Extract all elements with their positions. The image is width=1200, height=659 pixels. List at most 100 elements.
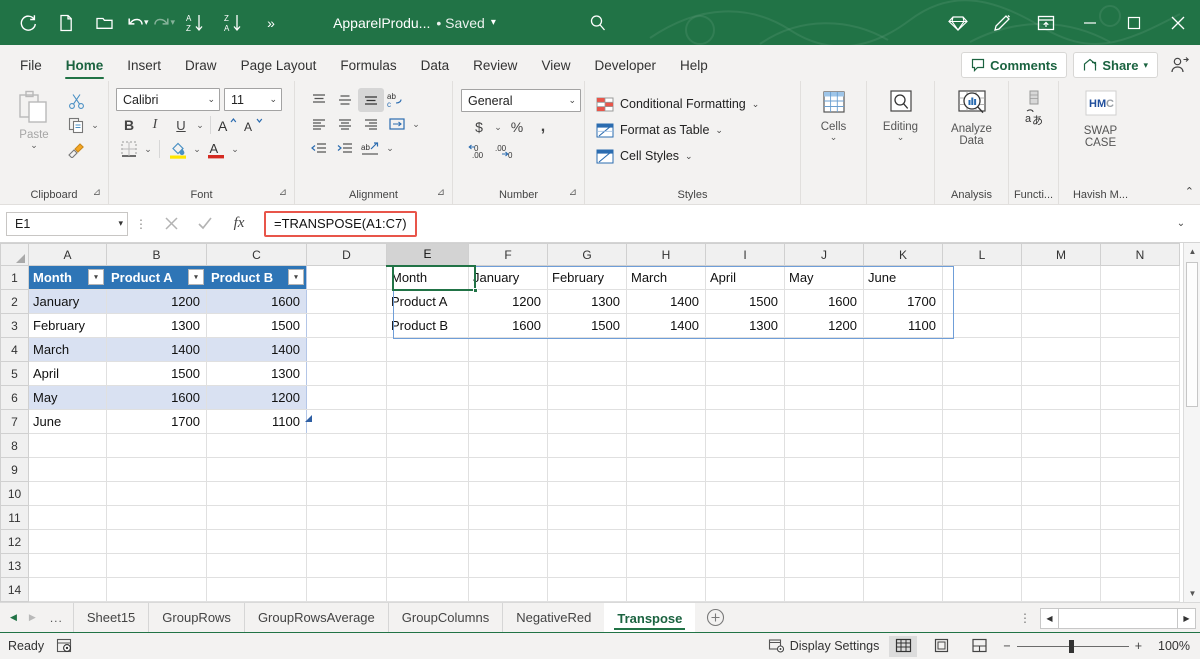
cell-d8[interactable]: [307, 434, 387, 458]
cell-d7[interactable]: [307, 410, 387, 434]
title-chevron-down-icon[interactable]: ▾: [491, 17, 496, 28]
row-header-12[interactable]: 12: [1, 530, 29, 554]
borders-button[interactable]: [116, 137, 142, 161]
row-header-11[interactable]: 11: [1, 506, 29, 530]
cell-n13[interactable]: [1101, 554, 1180, 578]
cell-f2[interactable]: 1200: [469, 290, 548, 314]
conditional-formatting-button[interactable]: Conditional Formatting ⌄: [596, 91, 795, 117]
number-dialog-launcher-icon[interactable]: ⊿: [569, 184, 577, 202]
cell-e12[interactable]: [387, 530, 469, 554]
cell-k14[interactable]: [864, 578, 943, 602]
row-header-5[interactable]: 5: [1, 362, 29, 386]
cell-b3[interactable]: 1300: [107, 314, 207, 338]
cell-m13[interactable]: [1022, 554, 1101, 578]
cell-j11[interactable]: [785, 506, 864, 530]
cell-c2[interactable]: 1600: [207, 290, 307, 314]
cell-c5[interactable]: 1300: [207, 362, 307, 386]
currency-chevron-down-icon[interactable]: ⌄: [492, 115, 504, 139]
cell-a12[interactable]: [29, 530, 107, 554]
tab-split-handle[interactable]: ⋮: [1016, 611, 1034, 625]
cell-k4[interactable]: [864, 338, 943, 362]
cell-c13[interactable]: [207, 554, 307, 578]
cell-j9[interactable]: [785, 458, 864, 482]
cell-e5[interactable]: [387, 362, 469, 386]
column-header-b[interactable]: B: [107, 244, 207, 266]
sheet-tab-grouprows[interactable]: GroupRows: [148, 603, 244, 632]
cell-f13[interactable]: [469, 554, 548, 578]
font-name-combo[interactable]: Calibri ⌄: [116, 88, 220, 111]
column-header-g[interactable]: G: [548, 244, 627, 266]
cell-h4[interactable]: [627, 338, 706, 362]
cell-styles-button[interactable]: Cell Styles ⌄: [596, 143, 795, 169]
display-settings-button[interactable]: Display Settings: [768, 638, 880, 654]
decrease-indent-button[interactable]: [306, 136, 332, 160]
column-header-h[interactable]: H: [627, 244, 706, 266]
cell-l9[interactable]: [943, 458, 1022, 482]
cell-l5[interactable]: [943, 362, 1022, 386]
redo-chevron-down-icon[interactable]: ▾: [171, 17, 176, 28]
cell-i2[interactable]: 1500: [706, 290, 785, 314]
cell-n14[interactable]: [1101, 578, 1180, 602]
cell-m8[interactable]: [1022, 434, 1101, 458]
cell-i4[interactable]: [706, 338, 785, 362]
align-top-button[interactable]: [306, 88, 332, 112]
cell-f7[interactable]: [469, 410, 548, 434]
cell-b2[interactable]: 1200: [107, 290, 207, 314]
cell-a13[interactable]: [29, 554, 107, 578]
zoom-in-button[interactable]: +: [1135, 639, 1142, 653]
font-size-chevron-down-icon[interactable]: ⌄: [265, 94, 277, 105]
cell-c1[interactable]: Product B▾: [207, 266, 307, 290]
column-header-l[interactable]: L: [943, 244, 1022, 266]
confirm-check-icon[interactable]: [188, 211, 222, 237]
cell-i12[interactable]: [706, 530, 785, 554]
table-resize-handle[interactable]: [305, 415, 312, 422]
cell-f4[interactable]: [469, 338, 548, 362]
wrap-text-button[interactable]: [384, 112, 410, 136]
row-header-10[interactable]: 10: [1, 482, 29, 506]
cancel-icon[interactable]: [154, 211, 188, 237]
cell-k9[interactable]: [864, 458, 943, 482]
cell-d14[interactable]: [307, 578, 387, 602]
insert-function-icon[interactable]: fx: [222, 211, 256, 237]
cell-j2[interactable]: 1600: [785, 290, 864, 314]
vertical-scrollbar[interactable]: ▲ ▼: [1183, 243, 1200, 602]
column-header-c[interactable]: C: [207, 244, 307, 266]
copy-button[interactable]: [63, 113, 89, 137]
cell-n7[interactable]: [1101, 410, 1180, 434]
sheet-tab-negativered[interactable]: NegativeRed: [502, 603, 604, 632]
sheet-tab-groupcolumns[interactable]: GroupColumns: [388, 603, 502, 632]
cell-l8[interactable]: [943, 434, 1022, 458]
cell-e14[interactable]: [387, 578, 469, 602]
cell-l13[interactable]: [943, 554, 1022, 578]
font-name-chevron-down-icon[interactable]: ⌄: [203, 94, 215, 105]
cell-e8[interactable]: [387, 434, 469, 458]
cell-g5[interactable]: [548, 362, 627, 386]
cell-l1[interactable]: [943, 266, 1022, 290]
cell-g14[interactable]: [548, 578, 627, 602]
cell-a5[interactable]: April: [29, 362, 107, 386]
cell-c14[interactable]: [207, 578, 307, 602]
cell-g1[interactable]: February: [548, 266, 627, 290]
formula-input[interactable]: =TRANSPOSE(A1:C7): [256, 210, 1168, 238]
cell-g6[interactable]: [548, 386, 627, 410]
cell-n10[interactable]: [1101, 482, 1180, 506]
cell-m14[interactable]: [1022, 578, 1101, 602]
cell-f1[interactable]: January: [469, 266, 548, 290]
cell-k11[interactable]: [864, 506, 943, 530]
cell-n4[interactable]: [1101, 338, 1180, 362]
cell-l14[interactable]: [943, 578, 1022, 602]
cell-h9[interactable]: [627, 458, 706, 482]
cell-n12[interactable]: [1101, 530, 1180, 554]
cell-k6[interactable]: [864, 386, 943, 410]
zoom-slider[interactable]: − +: [1003, 639, 1142, 653]
diamond-icon[interactable]: [936, 0, 980, 45]
cell-g10[interactable]: [548, 482, 627, 506]
font-dialog-launcher-icon[interactable]: ⊿: [279, 184, 287, 202]
font-size-combo[interactable]: 11 ⌄: [224, 88, 282, 111]
conditional-formatting-chevron-down-icon[interactable]: ⌄: [752, 99, 760, 110]
scroll-down-icon[interactable]: ▼: [1184, 585, 1200, 602]
cell-d3[interactable]: [307, 314, 387, 338]
first-sheet-icon[interactable]: ◀: [10, 612, 17, 623]
cell-f6[interactable]: [469, 386, 548, 410]
cell-i6[interactable]: [706, 386, 785, 410]
